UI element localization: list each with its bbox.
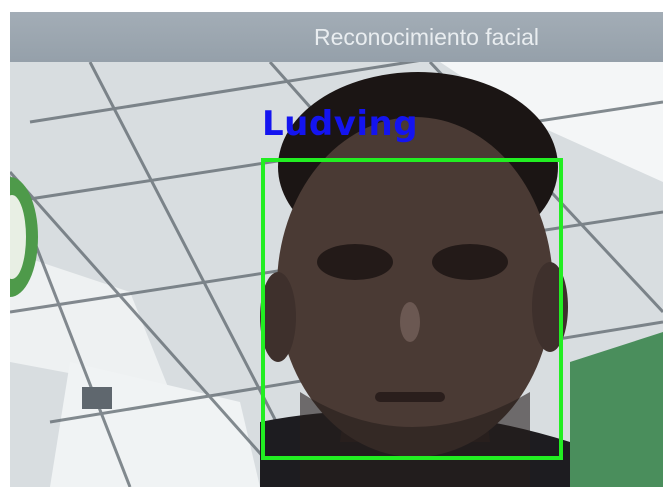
detected-name-label: Ludving xyxy=(262,104,419,144)
window-title: Reconocimiento facial xyxy=(10,12,663,62)
face-bounding-box xyxy=(261,158,563,460)
camera-feed: Ludving xyxy=(10,62,663,487)
app-window: Reconocimiento facial Ludving xyxy=(10,12,663,487)
